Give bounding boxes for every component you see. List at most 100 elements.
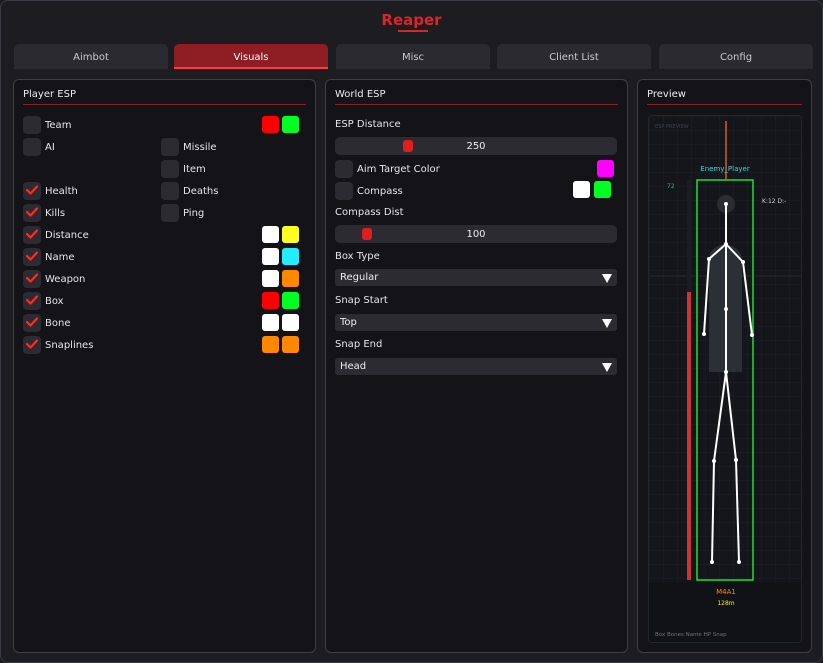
compass-dist-slider[interactable]: 100 [335, 225, 617, 243]
box-type-dropdown[interactable]: Regular [335, 269, 617, 286]
weapon-color-swatch-1[interactable] [262, 270, 279, 287]
name-color-swatch-2[interactable] [282, 248, 299, 265]
player-esp-panel: Player ESP Team AI Health Kills Distance Name… [13, 79, 316, 653]
weapon-color-swatch-2[interactable] [282, 270, 299, 287]
world-esp-panel: World ESP ESP Distance 250 Aim Target Co… [325, 79, 628, 653]
hp-bar-fill [687, 292, 691, 580]
checkmark-icon [25, 250, 39, 264]
esp-preview-canvas: ESP PREVIEW Enemy_Player 72 K:12 D:- M4A… [648, 115, 802, 643]
checkbox-box[interactable] [23, 248, 41, 266]
checkbox-ai[interactable]: AI [23, 138, 55, 156]
distance-color-swatch-2[interactable] [282, 226, 299, 243]
snap-start-label: Snap Start [335, 295, 388, 306]
esp-distance-slider[interactable]: 250 [335, 137, 617, 155]
name-color-swatch-1[interactable] [262, 248, 279, 265]
preview-title: Preview [647, 89, 686, 100]
distance-text: 128m [717, 600, 734, 607]
checkbox-item[interactable]: Item [161, 160, 206, 178]
snap-end-dropdown[interactable]: Head [335, 358, 617, 375]
esp-distance-value: 250 [466, 141, 486, 152]
tab-misc[interactable]: Misc [336, 44, 490, 69]
snap-start-dropdown[interactable]: Top [335, 314, 617, 331]
chevron-down-icon [602, 274, 612, 283]
checkbox-box[interactable] [161, 160, 179, 178]
distance-color-swatch-1[interactable] [262, 226, 279, 243]
esp-preview-svg: ESP PREVIEW Enemy_Player 72 K:12 D:- M4A… [649, 116, 801, 642]
checkbox-box[interactable]: Box [23, 292, 64, 310]
checkbox-box[interactable] [335, 182, 353, 200]
checkbox-health[interactable]: Health [23, 182, 78, 200]
tab-visuals[interactable]: Visuals [174, 44, 328, 69]
checkbox-missile[interactable]: Missile [161, 138, 217, 156]
box-color-swatch-1[interactable] [262, 292, 279, 309]
checkbox-box[interactable] [23, 226, 41, 244]
checkbox-label: Missile [183, 141, 217, 153]
checkmark-icon [25, 228, 39, 242]
checkbox-label: Weapon [45, 273, 86, 285]
compass-dist-label: Compass Dist [335, 207, 404, 218]
aim-target-color-swatch[interactable] [597, 160, 614, 177]
checkbox-box[interactable] [23, 204, 41, 222]
bone-color-swatch-2[interactable] [282, 314, 299, 331]
aim-target-color-checkbox[interactable]: Aim Target Color [335, 160, 440, 178]
checkbox-box[interactable] [335, 160, 353, 178]
checkbox-box[interactable] [161, 182, 179, 200]
checkbox-weapon[interactable]: Weapon [23, 270, 85, 288]
checkbox-label: Item [183, 163, 206, 175]
snap-end-label: Snap End [335, 339, 383, 350]
team-color-swatch-1[interactable] [262, 116, 279, 133]
checkmark-icon [25, 184, 39, 198]
checkbox-box[interactable] [161, 138, 179, 156]
chevron-down-icon [602, 363, 612, 372]
checkbox-distance[interactable]: Distance [23, 226, 89, 244]
checkbox-box[interactable] [161, 204, 179, 222]
preview-corner-label: ESP PREVIEW [655, 124, 689, 130]
checkbox-label: Name [45, 251, 75, 263]
box-type-value: Regular [340, 272, 379, 283]
checkbox-label: Distance [45, 229, 89, 241]
panel-divider [23, 104, 306, 105]
tab-client-list[interactable]: Client List [497, 44, 651, 69]
checkbox-deaths[interactable]: Deaths [161, 182, 218, 200]
checkbox-box[interactable] [23, 116, 41, 134]
tab-config[interactable]: Config [659, 44, 813, 69]
checkmark-icon [25, 338, 39, 352]
checkbox-bone[interactable]: Bone [23, 314, 70, 332]
checkbox-label: Deaths [183, 185, 219, 197]
checkbox-box[interactable] [23, 292, 41, 310]
tab-aimbot[interactable]: Aimbot [14, 44, 168, 69]
title-underline [398, 30, 428, 32]
checkbox-box[interactable] [23, 182, 41, 200]
checkbox-label: Ping [183, 207, 205, 219]
checkmark-icon [25, 294, 39, 308]
compass-color-swatch-1[interactable] [573, 181, 590, 198]
checkbox-name[interactable]: Name [23, 248, 75, 266]
checkbox-label: Kills [45, 207, 66, 219]
bone-color-swatch-1[interactable] [262, 314, 279, 331]
checkbox-team[interactable]: Team [23, 116, 71, 134]
checkbox-ping[interactable]: Ping [161, 204, 204, 222]
team-color-swatch-2[interactable] [282, 116, 299, 133]
checkbox-box[interactable] [23, 336, 41, 354]
box-color-swatch-2[interactable] [282, 292, 299, 309]
aim-target-color-label: Aim Target Color [357, 163, 440, 175]
checkbox-box[interactable] [23, 314, 41, 332]
world-esp-title: World ESP [335, 89, 386, 100]
panel-divider [647, 104, 802, 105]
box-type-label: Box Type [335, 251, 380, 262]
snaplines-color-swatch-1[interactable] [262, 336, 279, 353]
weapon-text: M4A1 [716, 588, 736, 596]
checkbox-label: Snaplines [45, 339, 94, 351]
compass-color-swatch-2[interactable] [594, 181, 611, 198]
checkbox-box[interactable] [23, 270, 41, 288]
checkbox-kills[interactable]: Kills [23, 204, 65, 222]
chevron-down-icon [602, 319, 612, 328]
checkbox-label: AI [45, 141, 55, 153]
compass-label: Compass [357, 185, 403, 197]
snaplines-color-swatch-2[interactable] [282, 336, 299, 353]
player-esp-title: Player ESP [23, 89, 76, 100]
checkbox-snaplines[interactable]: Snaplines [23, 336, 93, 354]
checkbox-box[interactable] [23, 138, 41, 156]
compass-checkbox[interactable]: Compass [335, 182, 403, 200]
checkbox-label: Bone [45, 317, 71, 329]
